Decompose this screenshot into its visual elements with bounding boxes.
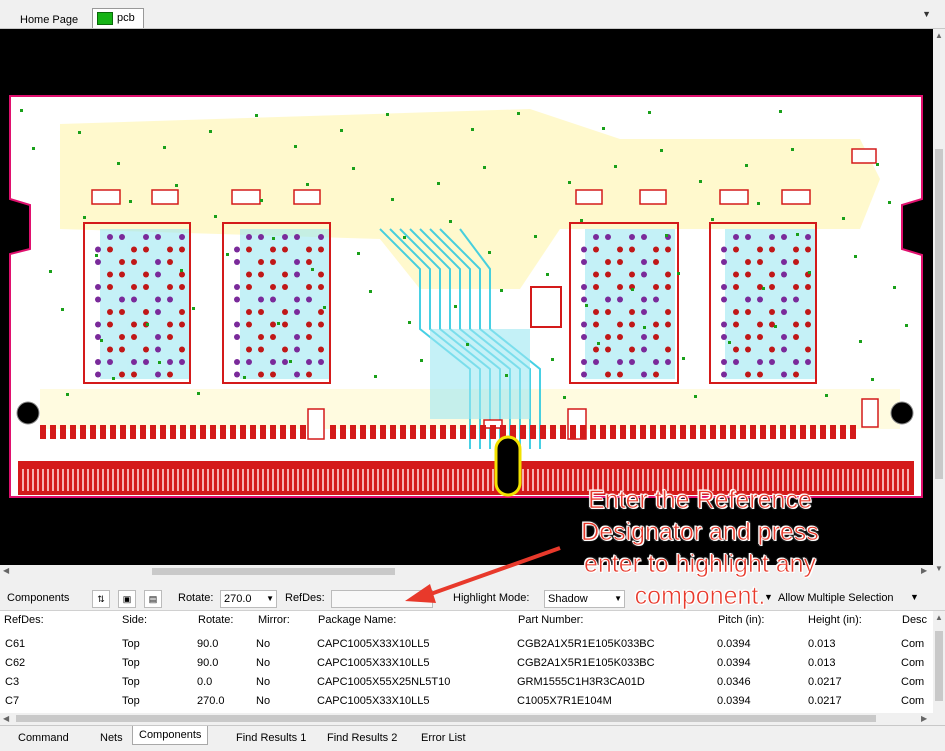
callout-line-1: Enter the Reference: [588, 486, 812, 515]
callout-line-4: component.: [634, 582, 766, 611]
annotation-callout: Enter the Reference Designator and press…: [560, 484, 840, 612]
annotation-arrow: [405, 546, 561, 603]
callout-line-2: Designator and press: [581, 518, 819, 547]
callout-line-3: enter to highlight any: [583, 550, 817, 579]
